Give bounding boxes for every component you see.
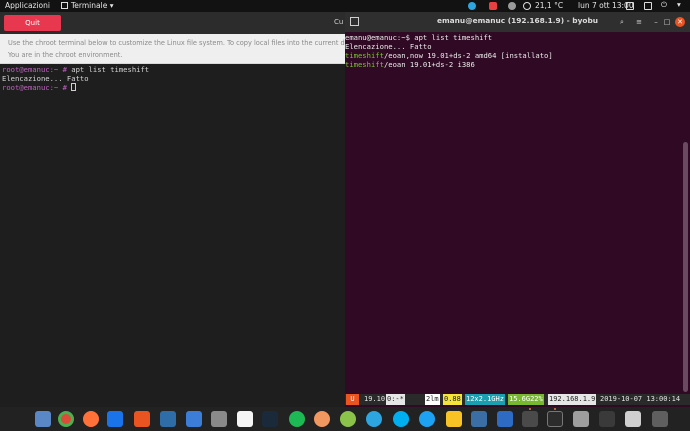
kdenlive-icon[interactable] [471, 411, 487, 427]
vim-icon[interactable] [340, 411, 356, 427]
geary-icon[interactable] [314, 411, 330, 427]
cut-label: Cu [334, 18, 344, 26]
package-name: timeshift [345, 51, 384, 60]
terminal-line: emanu@emanuc:~$ apt list timeshift [345, 33, 493, 42]
package-name: timeshift [345, 60, 384, 69]
app-icon[interactable] [522, 411, 538, 427]
running-indicator [554, 408, 556, 410]
dock [0, 407, 690, 431]
status-datetime: 2019-10-07 13:00:14 [600, 395, 681, 403]
menu-chevron-icon[interactable]: ▾ [677, 0, 681, 10]
chroot-terminal[interactable]: root@emanuc:~ # apt list timeshift Elenc… [0, 64, 345, 407]
ip-address: 192.168.1.9 [548, 394, 597, 405]
ubuntu-logo: U [346, 394, 359, 405]
app-icon[interactable] [599, 411, 615, 427]
keep-icon[interactable] [446, 411, 462, 427]
text-editor-icon[interactable] [237, 411, 253, 427]
firefox-icon[interactable] [83, 411, 99, 427]
steam-icon[interactable] [262, 411, 278, 427]
command: apt list timeshift [66, 65, 150, 74]
software-center-icon[interactable] [134, 411, 150, 427]
thunderbird-icon[interactable] [107, 411, 123, 427]
info-text: Use the chroot terminal below to customi… [8, 39, 345, 47]
left-window-header: Quit Cu [0, 12, 345, 34]
tray-icon[interactable] [508, 2, 516, 10]
scrollbar[interactable] [683, 142, 688, 392]
search-icon[interactable]: ⌕ [617, 17, 627, 27]
prompt: root@emanuc:~ # [2, 83, 67, 92]
volume-icon[interactable] [644, 2, 652, 10]
show-apps-icon[interactable] [652, 411, 668, 427]
byobu-terminal[interactable]: emanu@emanuc:~$ apt list timeshift Elenc… [345, 32, 683, 382]
writer-icon[interactable] [186, 411, 202, 427]
info-text: You are in the chroot environment. [8, 51, 123, 59]
byobu-status-bar: U 19.10 0:-* 2lm 0.88 12x2.1GHz 15.6G22%… [345, 394, 690, 405]
nautilus-icon[interactable] [573, 411, 589, 427]
terminal-app-icon [61, 2, 68, 9]
terminal-line: Elencazione... Fatto [345, 42, 432, 51]
twitter-icon[interactable] [419, 411, 435, 427]
release-version: 19.10 [364, 395, 386, 403]
hamburger-menu-icon[interactable]: ≡ [634, 17, 644, 27]
info-panel: Use the chroot terminal below to customi… [0, 34, 345, 64]
applications-menu[interactable]: Applicazioni [5, 1, 50, 11]
top-panel: Applicazioni Terminale ▾ 21,1 °C lun 7 o… [0, 0, 690, 12]
cpu-frequency: 12x2.1GHz [465, 394, 505, 405]
terminal-line: root@emanuc:~ # [2, 83, 343, 92]
running-indicator [529, 408, 531, 410]
terminal-line: timeshift/eoan,now 19.01+ds-2 amd64 [ins… [345, 51, 683, 60]
files-icon[interactable] [35, 411, 51, 427]
quit-button[interactable]: Quit [4, 15, 61, 31]
prompt: root@emanuc:~ # [2, 65, 67, 74]
package-info: /eoan,now 19.01+ds-2 amd64 [installato] [383, 51, 553, 60]
skype-icon[interactable] [393, 411, 409, 427]
telegram-icon[interactable] [366, 411, 382, 427]
memory-indicator: 2lm [425, 394, 440, 405]
terminal-line: timeshift/eoan 19.01+ds-2 i386 [345, 60, 683, 69]
disk-usage: 15.6G22% [508, 394, 544, 405]
terminal-line: root@emanuc:~ # apt list timeshift [2, 65, 343, 74]
spotify-icon[interactable] [289, 411, 305, 427]
network-icon[interactable] [626, 2, 634, 10]
weather-icon [523, 2, 531, 10]
temperature[interactable]: 21,1 °C [535, 1, 563, 11]
minimize-icon[interactable]: – [651, 17, 661, 27]
left-terminal-window: Quit Cu Use the chroot terminal below to… [0, 12, 345, 407]
terminal-line: Elencazione... Fatto [2, 74, 89, 83]
chrome-icon[interactable] [58, 411, 74, 427]
maximize-icon[interactable]: □ [662, 17, 672, 27]
power-icon[interactable]: ⏻ [661, 0, 667, 10]
telegram-tray-icon[interactable] [468, 2, 476, 10]
close-icon[interactable]: ✕ [675, 17, 685, 27]
terminal-icon[interactable] [547, 411, 563, 427]
calculator-icon[interactable] [625, 411, 641, 427]
terminal-menu[interactable]: Terminale ▾ [71, 1, 113, 11]
package-info: /eoan 19.01+ds-2 i386 [383, 60, 475, 69]
transmission-icon[interactable] [497, 411, 513, 427]
virtualbox-icon[interactable] [160, 411, 176, 427]
text-cursor [71, 83, 77, 91]
window-titlebar[interactable]: emanu@emanuc (192.168.1.9) - byobu ⌕ ≡ –… [345, 12, 690, 32]
archive-icon[interactable] [211, 411, 227, 427]
notification-tray-icon[interactable] [489, 2, 497, 10]
session-window[interactable]: 0:-* [386, 394, 405, 405]
byobu-terminal-window: emanu@emanuc (192.168.1.9) - byobu ⌕ ≡ –… [345, 12, 690, 407]
load-average: 0.88 [443, 394, 462, 405]
